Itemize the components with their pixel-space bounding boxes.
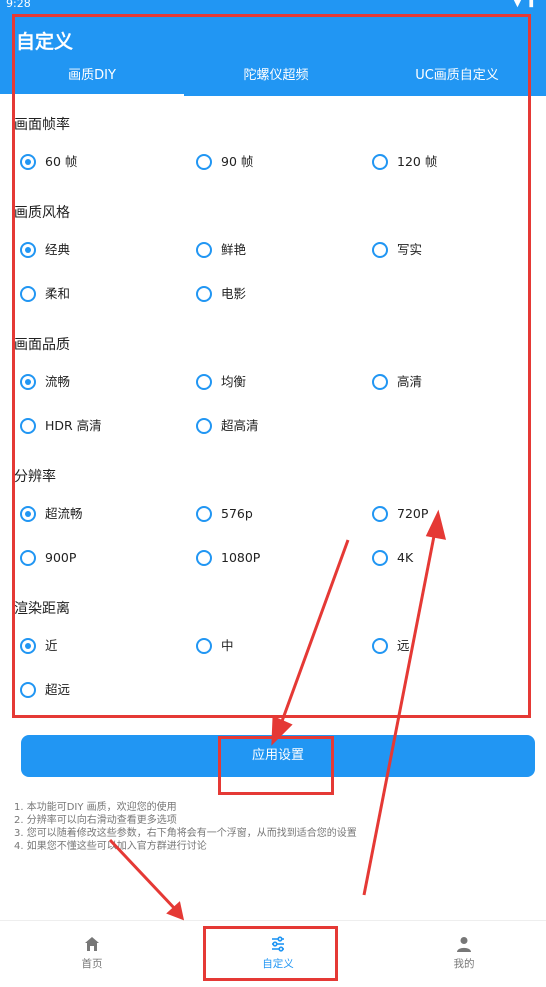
annotation-arrows: [108, 509, 447, 921]
annotation-arrow-to-nav: [108, 838, 178, 912]
annotation-arrow-to-apply: [279, 539, 350, 725]
annotation-arrow-to-720p: [362, 535, 436, 896]
annotation-arrowhead: [425, 509, 447, 540]
annotation-arrowhead: [271, 715, 293, 746]
